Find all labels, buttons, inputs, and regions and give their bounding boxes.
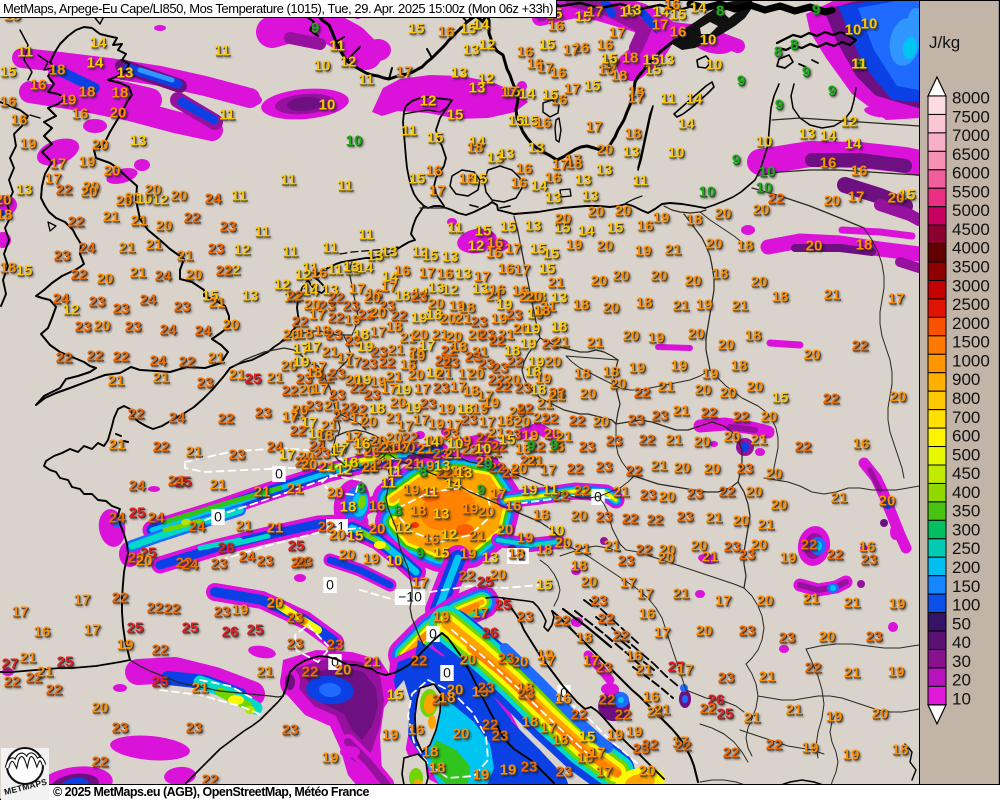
svg-text:30: 30 bbox=[952, 652, 971, 671]
svg-text:5500: 5500 bbox=[952, 182, 990, 201]
svg-text:100: 100 bbox=[952, 596, 980, 615]
svg-text:2000: 2000 bbox=[952, 314, 990, 333]
svg-text:1000: 1000 bbox=[952, 351, 990, 370]
svg-text:200: 200 bbox=[952, 558, 980, 577]
svg-text:800: 800 bbox=[952, 389, 980, 408]
svg-text:1500: 1500 bbox=[952, 333, 990, 352]
svg-text:250: 250 bbox=[952, 539, 980, 558]
svg-text:3000: 3000 bbox=[952, 276, 990, 295]
svg-text:20: 20 bbox=[952, 671, 971, 690]
svg-text:5000: 5000 bbox=[952, 201, 990, 220]
svg-text:450: 450 bbox=[952, 464, 980, 483]
svg-text:350: 350 bbox=[952, 502, 980, 521]
svg-text:0: 0 bbox=[214, 509, 222, 525]
svg-text:40: 40 bbox=[952, 633, 971, 652]
svg-text:4500: 4500 bbox=[952, 220, 990, 239]
svg-text:600: 600 bbox=[952, 426, 980, 445]
svg-text:700: 700 bbox=[952, 408, 980, 427]
svg-text:7500: 7500 bbox=[952, 107, 990, 126]
svg-text:10: 10 bbox=[952, 689, 971, 708]
svg-text:4000: 4000 bbox=[952, 239, 990, 258]
svg-text:0: 0 bbox=[443, 665, 451, 681]
svg-text:J/kg: J/kg bbox=[929, 33, 960, 52]
svg-text:0: 0 bbox=[275, 466, 283, 482]
svg-text:500: 500 bbox=[952, 445, 980, 464]
svg-text:300: 300 bbox=[952, 520, 980, 539]
svg-text:900: 900 bbox=[952, 370, 980, 389]
svg-text:6000: 6000 bbox=[952, 164, 990, 183]
svg-text:150: 150 bbox=[952, 577, 980, 596]
svg-text:400: 400 bbox=[952, 483, 980, 502]
svg-text:6500: 6500 bbox=[952, 145, 990, 164]
svg-text:50: 50 bbox=[952, 614, 971, 633]
svg-text:3500: 3500 bbox=[952, 257, 990, 276]
svg-text:8000: 8000 bbox=[952, 88, 990, 107]
svg-text:2500: 2500 bbox=[952, 295, 990, 314]
svg-text:0: 0 bbox=[326, 577, 334, 593]
svg-text:7000: 7000 bbox=[952, 126, 990, 145]
